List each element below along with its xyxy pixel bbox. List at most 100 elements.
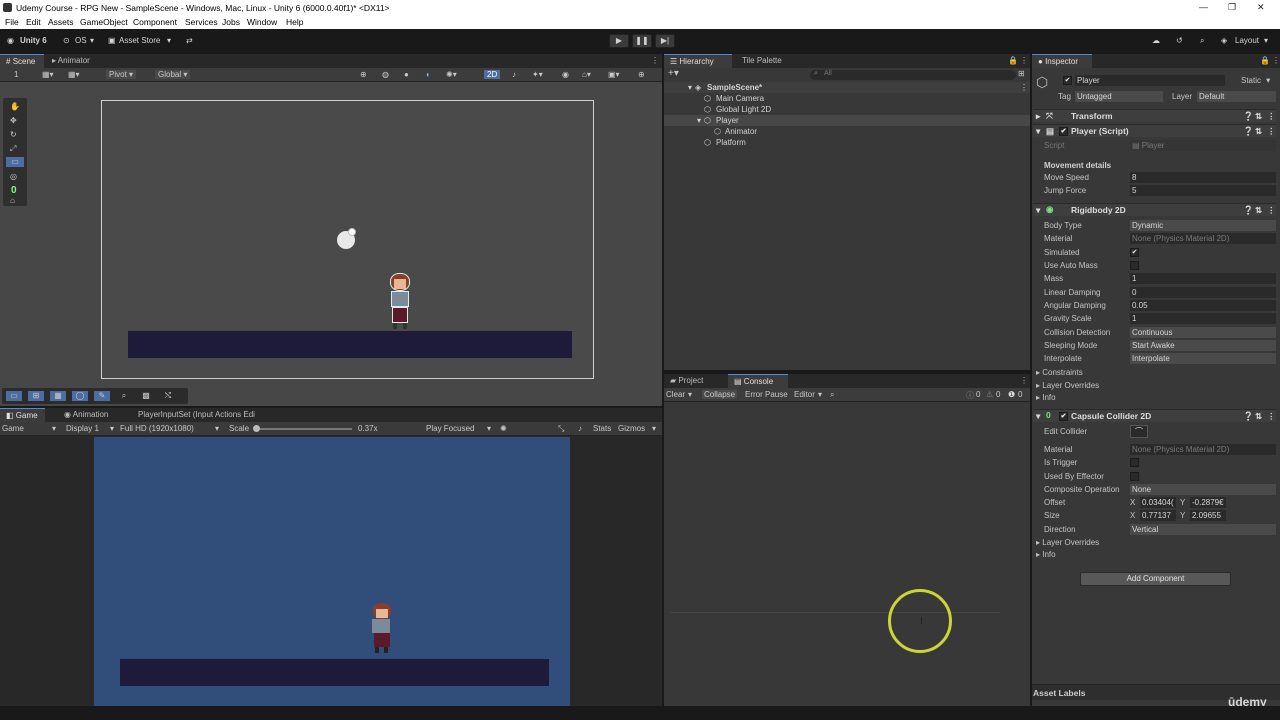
hierarchy-item[interactable]: ⬡ Global Light 2D bbox=[664, 104, 1030, 115]
scale-tool-icon[interactable]: ⤢ bbox=[10, 144, 16, 154]
draw-mode-icon[interactable]: ▦▾ bbox=[42, 70, 54, 79]
composite-dropdown[interactable]: None bbox=[1130, 484, 1276, 495]
layer-overrides-foldout[interactable]: ▸ Layer Overrides bbox=[1036, 381, 1099, 390]
rotate-tool-icon[interactable]: ↻ bbox=[10, 130, 17, 140]
game-view[interactable] bbox=[94, 437, 570, 706]
menu-jobs[interactable]: Jobs bbox=[222, 17, 240, 27]
direction-dropdown[interactable]: Vertical bbox=[1130, 524, 1276, 535]
row-menu-icon[interactable]: ⋮ bbox=[1020, 82, 1028, 93]
tab-project[interactable]: ▰ Project bbox=[664, 374, 709, 388]
audio-icon[interactable]: ♪ bbox=[512, 70, 516, 79]
panel-menu-icon[interactable]: ⋮ bbox=[645, 54, 665, 68]
hierarchy-item[interactable]: ⬡ Animator bbox=[664, 126, 1030, 137]
maximize-icon[interactable]: ❐ bbox=[1228, 2, 1236, 13]
layers-icon[interactable]: ◈ bbox=[1221, 36, 1227, 45]
menu-assets[interactable]: Assets bbox=[48, 17, 74, 27]
gizmos-button[interactable]: Gizmos bbox=[618, 424, 645, 433]
panel-menu-icon[interactable]: ⋮ bbox=[1014, 374, 1034, 388]
mute-icon[interactable]: ✺ bbox=[500, 424, 507, 433]
rect-tool-icon[interactable]: ▭ bbox=[6, 157, 24, 167]
account-icon[interactable]: ◉ bbox=[7, 36, 14, 45]
menu-edit[interactable]: Edit bbox=[26, 17, 41, 27]
collapse-button[interactable]: Collapse bbox=[702, 390, 738, 399]
history-icon[interactable]: ↺ bbox=[1176, 36, 1183, 45]
menu-file[interactable]: File bbox=[5, 17, 19, 27]
hierarchy-item-selected[interactable]: ▾ ⬡ Player bbox=[664, 115, 1030, 126]
hand-tool-icon[interactable]: ✋ bbox=[10, 102, 20, 112]
tab-console[interactable]: ▤ Console bbox=[728, 374, 788, 388]
visibility-icon[interactable]: ◉ bbox=[562, 70, 569, 79]
rigidbody-field-value[interactable]: Dynamic bbox=[1130, 220, 1276, 231]
is-trigger-checkbox[interactable] bbox=[1130, 458, 1139, 467]
offset-y-field[interactable]: -0.2879€ bbox=[1190, 497, 1226, 508]
audio-toggle-icon[interactable]: ♪ bbox=[578, 424, 582, 433]
version-control-icon[interactable]: ⇄ bbox=[186, 36, 193, 45]
platform-scene[interactable] bbox=[128, 331, 572, 358]
effects-toggle-icon[interactable]: ✦▾ bbox=[532, 70, 543, 79]
cloud-icon[interactable]: ☁ bbox=[1152, 36, 1160, 45]
global-light-icon[interactable] bbox=[336, 228, 358, 250]
picker-icon[interactable]: ✎ bbox=[94, 391, 110, 401]
tab-game[interactable]: ◧ Game bbox=[0, 408, 45, 422]
search-icon[interactable]: ⌕ bbox=[830, 390, 834, 400]
hierarchy-search[interactable]: ⌕ All bbox=[810, 70, 1016, 80]
help-icon[interactable]: ❔ bbox=[1243, 111, 1254, 122]
play-button[interactable]: ▶ bbox=[609, 34, 629, 48]
player-sprite-scene[interactable] bbox=[384, 271, 416, 331]
rigidbody-field-value[interactable]: 1 bbox=[1130, 273, 1276, 284]
object-name-field[interactable]: Player bbox=[1075, 75, 1225, 86]
tab-animation[interactable]: ◉ Animation bbox=[58, 408, 114, 422]
hierarchy-item[interactable]: ⬡ Platform bbox=[664, 137, 1030, 148]
pause-button[interactable]: ❚❚ bbox=[632, 34, 652, 48]
info-foldout[interactable]: ▸ Info bbox=[1036, 550, 1056, 559]
offset-x-field[interactable]: 0.03404( bbox=[1140, 497, 1176, 508]
menu-services[interactable]: Services bbox=[185, 17, 218, 27]
tab-inspector[interactable]: ● Inspector bbox=[1032, 54, 1092, 68]
panel-menu-icon[interactable]: ⋮ bbox=[1014, 54, 1034, 68]
used-by-effector-checkbox[interactable] bbox=[1130, 472, 1139, 481]
tab-input-actions[interactable]: PlayerInputSet (Input Actions Edi bbox=[132, 408, 261, 422]
add-component-button[interactable]: Add Component bbox=[1080, 572, 1231, 586]
tab-animator[interactable]: ▸ Animator bbox=[46, 54, 96, 68]
editor-dropdown[interactable]: Editor bbox=[794, 390, 815, 399]
filter-icon[interactable]: ⊞ bbox=[1018, 69, 1025, 78]
material-field[interactable]: None (Physics Material 2D) bbox=[1130, 444, 1276, 455]
warning-icon[interactable]: ⚠ bbox=[986, 390, 993, 399]
camera-icon[interactable]: ⌂▾ bbox=[582, 70, 591, 79]
move-speed-field[interactable]: 8 bbox=[1130, 172, 1276, 183]
preset-icon[interactable]: ⇅ bbox=[1255, 205, 1262, 216]
maximize-view-icon[interactable]: ⤡ bbox=[558, 424, 564, 434]
error-icon[interactable]: ❶ bbox=[1008, 390, 1015, 399]
grid-move-icon[interactable]: ⊞ bbox=[28, 391, 44, 401]
zoom-icon[interactable]: ⌕ bbox=[116, 391, 132, 401]
component-menu-icon[interactable]: ⋮ bbox=[1267, 111, 1276, 122]
layer-field[interactable]: 1 bbox=[14, 70, 18, 79]
capsule-collider-header[interactable]: ▾ 0 ✔ Capsule Collider 2D ❔ ⇅ ⋮ bbox=[1033, 409, 1276, 422]
layer-dropdown[interactable]: Default bbox=[1197, 91, 1276, 102]
rigidbody-field-value[interactable]: 0 bbox=[1130, 287, 1276, 298]
edit-collider-button[interactable]: ⌒ bbox=[1130, 425, 1148, 438]
mode-2d-toggle[interactable]: 2D bbox=[484, 70, 501, 79]
hierarchy-item[interactable]: ⬡ Main Camera bbox=[664, 93, 1030, 104]
render-icon[interactable]: ⊕ bbox=[360, 70, 367, 79]
layout-dropdown[interactable]: Layout bbox=[1235, 36, 1259, 45]
info-foldout[interactable]: ▸ Info bbox=[1036, 393, 1056, 402]
fx-icon[interactable]: ◐ bbox=[426, 70, 431, 79]
menu-gameobject[interactable]: GameObject bbox=[80, 17, 128, 27]
player-script-header[interactable]: ▾ ▤ ✔ Player (Script) ❔ ⇅ ⋮ bbox=[1033, 124, 1276, 137]
help-icon[interactable]: ❔ bbox=[1243, 126, 1254, 137]
chevron-down-icon[interactable]: ▾ bbox=[1266, 75, 1270, 86]
game-mode-dropdown[interactable]: Game bbox=[2, 424, 24, 433]
preset-icon[interactable]: ⇅ bbox=[1255, 126, 1262, 137]
enabled-checkbox[interactable]: ✔ bbox=[1059, 412, 1068, 421]
rigidbody-field-value[interactable]: Interpolate bbox=[1130, 353, 1276, 364]
transform-tool-icon[interactable]: ◎ bbox=[10, 172, 17, 182]
add-icon[interactable]: +▾ bbox=[668, 68, 679, 79]
rigidbody-checkbox[interactable]: ✔ bbox=[1130, 248, 1139, 257]
tab-tile-palette[interactable]: Tile Palette bbox=[736, 54, 788, 68]
account-button[interactable]: Unity 6 bbox=[20, 36, 47, 45]
component-menu-icon[interactable]: ⋮ bbox=[1267, 205, 1276, 216]
rigidbody-field-value[interactable]: Continuous bbox=[1130, 327, 1276, 338]
jump-force-field[interactable]: 5 bbox=[1130, 185, 1276, 196]
effects-icon[interactable]: ✺▾ bbox=[446, 70, 457, 79]
